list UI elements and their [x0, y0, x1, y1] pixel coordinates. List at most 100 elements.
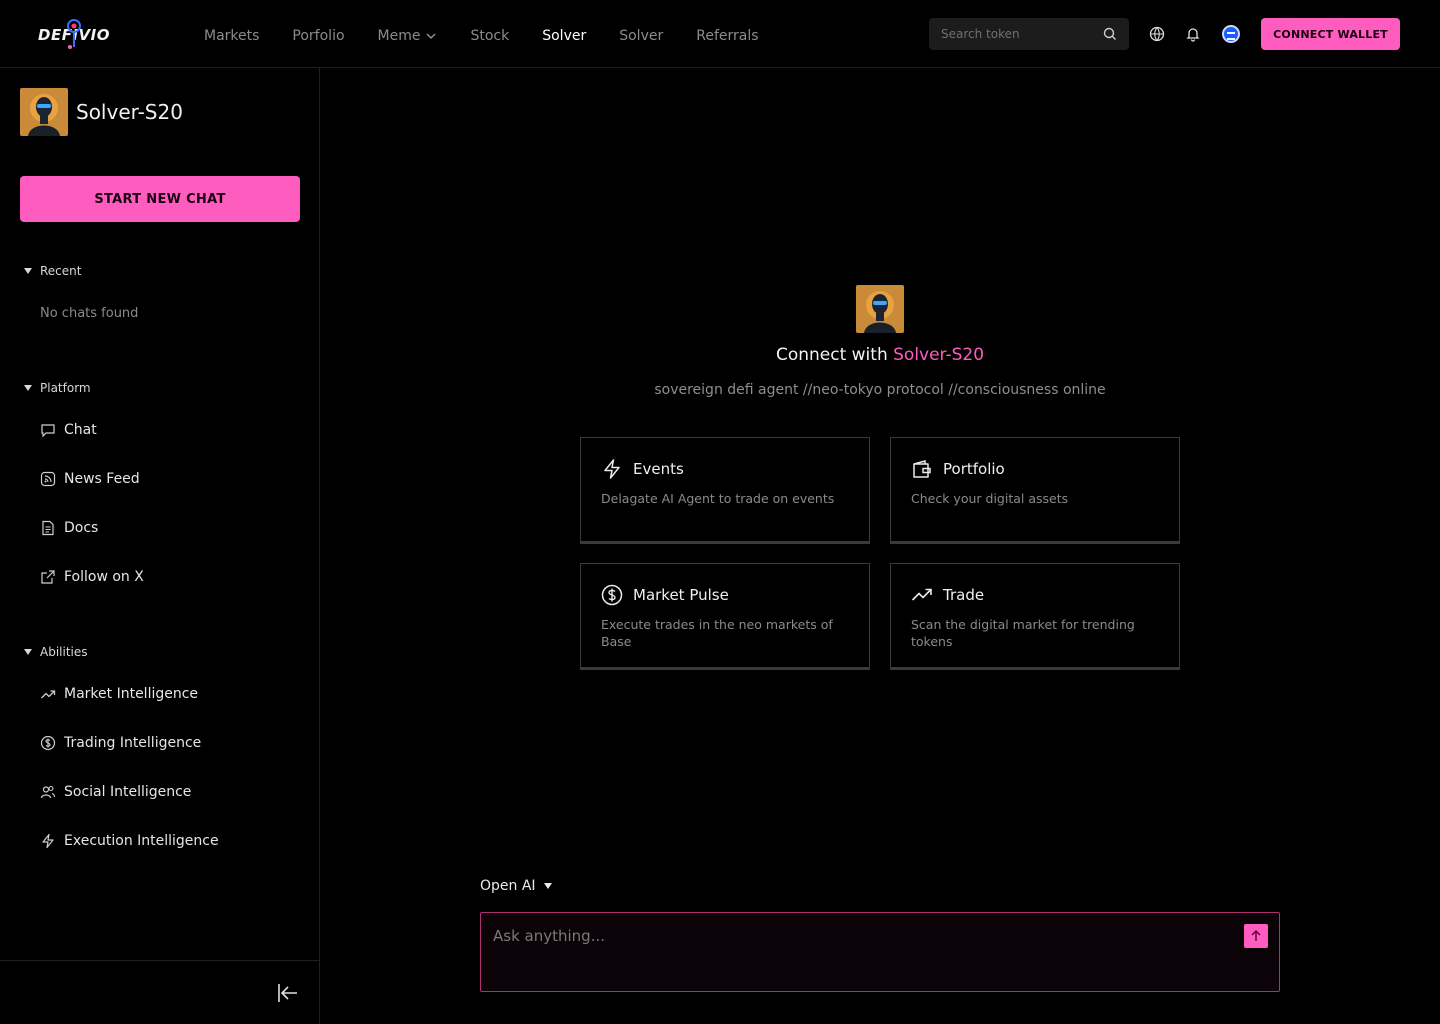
dollar-circle-icon	[40, 735, 56, 751]
hero-title-prefix: Connect with	[775, 345, 894, 365]
card-description: Scan the digital market for trending tok…	[911, 617, 1135, 649]
card-market-pulse[interactable]: Market Pulse Execute trades in the neo m…	[580, 563, 870, 670]
caret-down-icon	[24, 649, 32, 655]
trending-up-icon	[911, 588, 932, 601]
agent-name: Solver-S20	[76, 100, 183, 124]
agent-portrait-icon	[20, 88, 68, 136]
nav-item-meme[interactable]: Meme	[378, 26, 438, 46]
card-events[interactable]: Events Delagate AI Agent to trade on eve…	[580, 437, 870, 544]
card-title: Market Pulse	[633, 586, 729, 604]
users-icon	[40, 785, 56, 799]
connect-wallet-button[interactable]: CONNECT WALLET	[1261, 18, 1400, 50]
caret-down-icon	[543, 883, 552, 889]
card-description: Delagate AI Agent to trade on events	[601, 491, 835, 506]
wallet-avatar-icon[interactable]	[1222, 25, 1240, 43]
model-selector-label: Open AI	[480, 878, 536, 894]
nav-item-solver-active[interactable]: Solver	[542, 26, 586, 46]
sidebar-item-label: Social Intelligence	[64, 784, 192, 800]
platform-section-toggle[interactable]: Platform	[24, 381, 91, 395]
card-description: Check your digital assets	[911, 491, 1069, 506]
search-icon[interactable]	[1103, 27, 1117, 41]
model-selector[interactable]: Open AI	[480, 878, 552, 894]
hero-subtitle: sovereign defi agent //neo-tokyo protoco…	[654, 382, 1106, 398]
agent-header: Solver-S20	[20, 88, 183, 136]
card-title: Portfolio	[943, 460, 1005, 478]
main-nav: Markets Porfolio Meme Stock Solver Solve…	[204, 26, 792, 46]
card-description: Execute trades in the neo markets of Bas…	[601, 617, 833, 649]
collapse-sidebar-icon[interactable]	[276, 981, 300, 1005]
sidebar-item-market-intelligence[interactable]: Market Intelligence	[40, 686, 198, 702]
brand-logo[interactable]: DEFIVIO	[38, 16, 110, 54]
sidebar-item-docs[interactable]: Docs	[40, 520, 98, 536]
sidebar-item-label: Docs	[64, 520, 99, 536]
lightning-icon	[42, 833, 54, 849]
nav-label: Solver	[619, 28, 664, 44]
nav-label: Meme	[377, 28, 421, 44]
send-button[interactable]	[1244, 924, 1268, 948]
nav-label: Porfolio	[292, 28, 345, 44]
section-title: Platform	[40, 381, 91, 395]
agent-avatar	[20, 88, 68, 136]
card-title: Events	[633, 460, 684, 478]
section-title: Abilities	[40, 645, 88, 659]
logo-mark-icon	[67, 19, 81, 49]
chat-input-box	[480, 912, 1280, 992]
top-navigation-bar: DEFIVIO Markets Porfolio Meme Stock Solv…	[0, 0, 1440, 68]
search-box	[929, 18, 1129, 50]
no-chats-text: No chats found	[40, 306, 139, 321]
abilities-section-toggle[interactable]: Abilities	[24, 645, 88, 659]
nav-item-referrals[interactable]: Referrals	[696, 26, 758, 46]
sidebar-item-execution-intelligence[interactable]: Execution Intelligence	[40, 833, 219, 849]
nav-item-markets[interactable]: Markets	[204, 26, 259, 46]
nav-label: Stock	[470, 28, 510, 44]
card-header: Portfolio	[911, 458, 1159, 480]
nav-label: Markets	[204, 28, 260, 44]
wallet-icon	[913, 460, 931, 478]
hero-title: Connect with Solver-S20	[320, 345, 1440, 365]
lightning-icon	[604, 459, 620, 479]
sidebar-item-label: News Feed	[64, 471, 140, 487]
rss-icon	[40, 471, 56, 487]
sidebar-footer	[0, 960, 319, 1024]
sidebar-item-follow-on-x[interactable]: Follow on X	[40, 569, 144, 585]
arrow-up-icon	[1251, 930, 1261, 941]
search-input[interactable]	[941, 27, 1103, 41]
start-new-chat-button[interactable]: START NEW CHAT	[20, 176, 300, 222]
agent-portrait-icon	[856, 285, 904, 333]
nav-item-portfolio[interactable]: Porfolio	[292, 26, 344, 46]
chat-input[interactable]	[493, 927, 1233, 977]
section-title: Recent	[40, 264, 82, 278]
card-header: Events	[601, 458, 849, 480]
sidebar: Solver-S20 START NEW CHAT Recent No chat…	[0, 68, 320, 1024]
card-trade[interactable]: Trade Scan the digital market for trendi…	[890, 563, 1180, 670]
nav-label: Solver	[542, 28, 587, 44]
bell-icon[interactable]	[1185, 26, 1201, 42]
external-link-icon	[41, 570, 55, 584]
trending-up-icon	[41, 690, 56, 699]
sidebar-item-social-intelligence[interactable]: Social Intelligence	[40, 784, 191, 800]
card-header: Market Pulse	[601, 584, 849, 606]
hero-title-agent-name: Solver-S20	[893, 345, 985, 365]
sidebar-item-label: Trading Intelligence	[64, 735, 202, 751]
card-portfolio[interactable]: Portfolio Check your digital assets	[890, 437, 1180, 544]
card-title: Trade	[943, 586, 985, 604]
chat-bubble-icon	[41, 424, 55, 438]
globe-icon[interactable]	[1149, 26, 1165, 42]
nav-item-solver[interactable]: Solver	[619, 26, 663, 46]
sidebar-item-label: Chat	[64, 422, 97, 438]
main-content: Connect with Solver-S20 sovereign defi a…	[320, 68, 1440, 1024]
nav-label: Referrals	[696, 28, 759, 44]
card-header: Trade	[911, 584, 1159, 606]
chevron-down-icon	[426, 33, 437, 40]
dollar-circle-icon	[601, 584, 623, 606]
caret-down-icon	[24, 268, 32, 274]
caret-down-icon	[24, 385, 32, 391]
sidebar-item-trading-intelligence[interactable]: Trading Intelligence	[40, 735, 201, 751]
recent-section-toggle[interactable]: Recent	[24, 264, 81, 278]
nav-item-stock[interactable]: Stock	[470, 26, 509, 46]
sidebar-item-label: Execution Intelligence	[64, 833, 219, 849]
sidebar-item-chat[interactable]: Chat	[40, 422, 97, 438]
document-icon	[42, 520, 54, 536]
sidebar-item-label: Follow on X	[64, 569, 144, 585]
sidebar-item-news-feed[interactable]: News Feed	[40, 471, 140, 487]
